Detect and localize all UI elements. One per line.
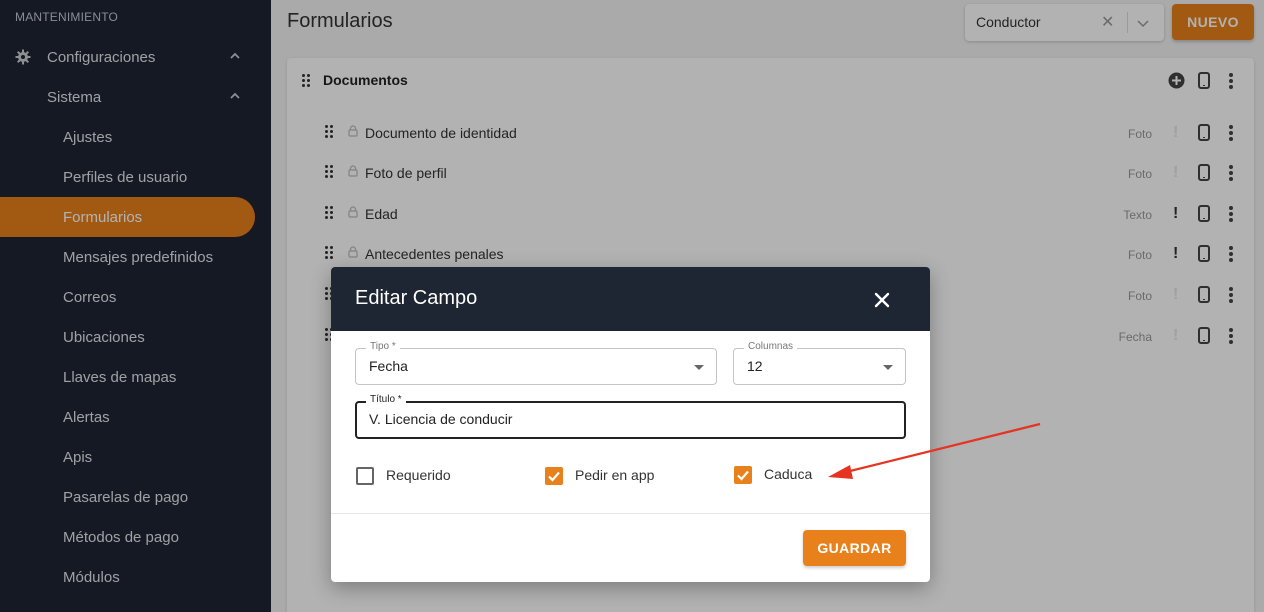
dialog-title: Editar Campo <box>355 287 478 309</box>
columnas-select[interactable]: Columnas 12 <box>733 341 906 385</box>
titulo-value: V. Licencia de conducir <box>369 411 513 427</box>
tipo-label: Tipo * <box>366 341 400 352</box>
titulo-label: Título * <box>366 394 406 405</box>
tipo-value: Fecha <box>369 358 408 374</box>
divider <box>331 513 930 514</box>
pedir-en-app-label: Pedir en app <box>575 467 655 483</box>
dropdown-arrow-icon <box>694 365 704 370</box>
columnas-label: Columnas <box>744 341 798 352</box>
dropdown-arrow-icon <box>883 365 893 370</box>
caduca-checkbox[interactable] <box>734 466 752 484</box>
requerido-checkbox[interactable] <box>356 467 374 485</box>
columnas-value: 12 <box>747 358 763 374</box>
save-button[interactable]: GUARDAR <box>803 530 906 566</box>
pedir-en-app-checkbox[interactable] <box>545 467 563 485</box>
check-icon <box>737 470 749 481</box>
requerido-label: Requerido <box>386 467 451 483</box>
dialog-header: Editar Campo <box>331 267 930 331</box>
close-icon[interactable] <box>871 289 893 311</box>
annotation-arrow-icon <box>828 422 1041 479</box>
caduca-label: Caduca <box>764 466 813 482</box>
tipo-select[interactable]: Tipo * Fecha <box>355 341 717 385</box>
check-icon <box>548 471 560 482</box>
